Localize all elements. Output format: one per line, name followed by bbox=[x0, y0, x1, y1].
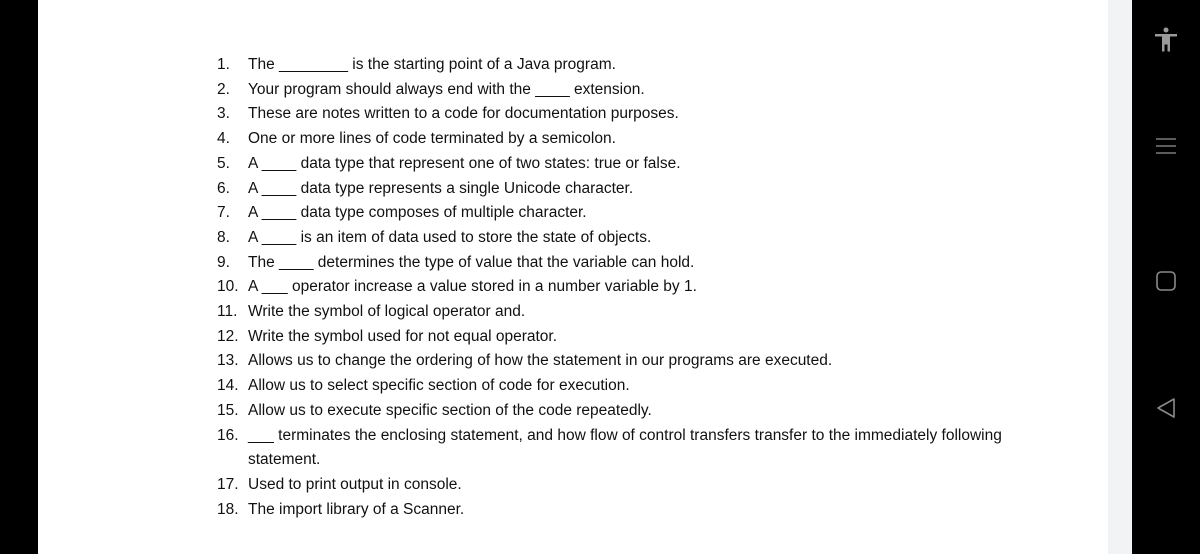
question-number: 13. bbox=[217, 352, 239, 370]
question-number: 5. bbox=[217, 154, 230, 172]
question-number: 15. bbox=[217, 401, 239, 419]
question-item: 1. The ________ is the starting point of … bbox=[217, 53, 1037, 78]
question-item: 8. A ____ is an item of data used to stor… bbox=[217, 226, 1037, 251]
question-text: A ____ data type that represent one of t… bbox=[248, 154, 681, 172]
question-item: 16. ___ terminates the enclosing statemen… bbox=[217, 424, 1037, 473]
question-text: The ____ determines the type of value th… bbox=[248, 253, 695, 271]
question-text: These are notes written to a code for do… bbox=[248, 105, 679, 123]
question-number: 10. bbox=[217, 278, 239, 296]
question-item: 5. A ____ data type that represent one of… bbox=[217, 152, 1037, 177]
question-item: 7. A ____ data type composes of multiple … bbox=[217, 201, 1037, 226]
navigation-bar bbox=[1132, 0, 1200, 554]
question-list: 1. The ________ is the starting point of … bbox=[217, 53, 1037, 522]
question-text: One or more lines of code terminated by … bbox=[248, 130, 616, 148]
question-text: Write the symbol of logical operator and… bbox=[248, 303, 526, 321]
page-scroll-gutter bbox=[1108, 0, 1132, 554]
question-item: 6. A ____ data type represents a single U… bbox=[217, 177, 1037, 202]
question-text: A ____ data type represents a single Uni… bbox=[248, 179, 634, 197]
question-number: 12. bbox=[217, 327, 239, 345]
question-text: ___ terminates the enclosing statement, … bbox=[248, 426, 1002, 469]
question-text: Allow us to execute specific section of … bbox=[248, 401, 652, 419]
question-item: 4. One or more lines of code terminated b… bbox=[217, 127, 1037, 152]
question-text: Used to print output in console. bbox=[248, 475, 462, 493]
question-number: 17. bbox=[217, 475, 239, 493]
question-number: 14. bbox=[217, 377, 239, 395]
question-number: 11. bbox=[217, 303, 238, 321]
question-item: 9. The ____ determines the type of value … bbox=[217, 251, 1037, 276]
question-number: 7. bbox=[217, 204, 230, 222]
question-number: 8. bbox=[217, 228, 230, 246]
question-number: 2. bbox=[217, 80, 230, 98]
question-item: 13. Allows us to change the ordering of h… bbox=[217, 349, 1037, 374]
question-number: 1. bbox=[217, 56, 230, 73]
question-text: The import library of a Scanner. bbox=[248, 500, 465, 518]
question-number: 6. bbox=[217, 179, 230, 197]
question-item: 15. Allow us to execute specific section … bbox=[217, 399, 1037, 424]
question-number: 9. bbox=[217, 253, 230, 271]
left-bezel bbox=[0, 0, 38, 554]
question-text: Allows us to change the ordering of how … bbox=[248, 352, 833, 370]
question-item: 3. These are notes written to a code for … bbox=[217, 102, 1037, 127]
question-item: 11. Write the symbol of logical operator … bbox=[217, 300, 1037, 325]
question-text: Your program should always end with the … bbox=[248, 80, 645, 98]
question-text: The ________ is the starting point of a … bbox=[248, 56, 616, 73]
question-text: Allow us to select specific section of c… bbox=[248, 377, 630, 395]
recents-icon[interactable] bbox=[1155, 136, 1177, 161]
question-number: 4. bbox=[217, 130, 230, 148]
question-item: 18. The import library of a Scanner. bbox=[217, 498, 1037, 523]
question-number: 16. bbox=[217, 426, 239, 444]
question-text: A ____ is an item of data used to store … bbox=[248, 228, 652, 246]
question-item: 2. Your program should always end with th… bbox=[217, 78, 1037, 103]
question-item: 17. Used to print output in console. bbox=[217, 473, 1037, 498]
question-item: 14. Allow us to select specific section o… bbox=[217, 374, 1037, 399]
question-text: A ____ data type composes of multiple ch… bbox=[248, 204, 587, 222]
back-icon[interactable] bbox=[1155, 396, 1177, 425]
question-number: 3. bbox=[217, 105, 230, 123]
question-number: 18. bbox=[217, 500, 239, 518]
question-text: Write the symbol used for not equal oper… bbox=[248, 327, 558, 345]
question-item: 12. Write the symbol used for not equal o… bbox=[217, 325, 1037, 350]
question-text: A ___ operator increase a value stored i… bbox=[248, 278, 697, 296]
question-item: 10. A ___ operator increase a value store… bbox=[217, 275, 1037, 300]
home-icon[interactable] bbox=[1155, 270, 1177, 297]
accessibility-icon[interactable] bbox=[1154, 27, 1178, 58]
